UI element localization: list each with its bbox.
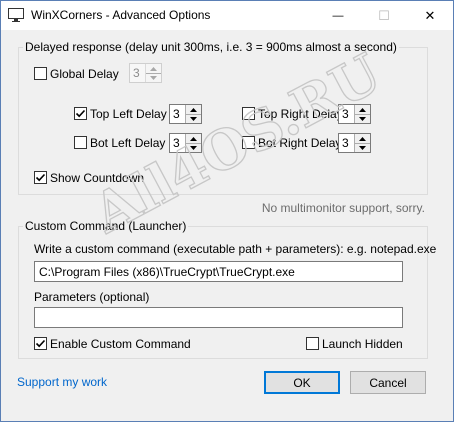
monitor-icon [8, 8, 24, 22]
spin-down-icon[interactable] [186, 114, 201, 123]
parameters-input[interactable] [34, 307, 403, 328]
maximize-button: ☐ [361, 1, 407, 30]
window-title: WinXCorners - Advanced Options [31, 8, 211, 22]
spin-down-icon [146, 73, 161, 82]
top-right-delay-label: Top Right Delay [258, 107, 343, 121]
checkmark-icon [75, 109, 86, 118]
global-delay-value: 3 [133, 66, 140, 80]
custom-command-group-label: Custom Command (Launcher) [23, 219, 189, 233]
ok-button-label: OK [293, 375, 311, 390]
top-left-delay-stepper[interactable]: 3 [169, 104, 202, 124]
multimonitor-note: No multimonitor support, sorry. [261, 201, 425, 215]
global-delay-checkbox[interactable] [34, 67, 47, 80]
enable-custom-command-label: Enable Custom Command [50, 337, 191, 351]
top-left-delay-checkbox[interactable] [74, 107, 87, 120]
maximize-icon: ☐ [378, 7, 390, 23]
spin-down-icon[interactable] [186, 143, 201, 152]
minimize-icon: — [332, 9, 344, 22]
delayed-response-group-label: Delayed response (delay unit 300ms, i.e.… [23, 40, 399, 54]
checkmark-icon [35, 339, 46, 348]
parameters-label: Parameters (optional) [34, 290, 150, 304]
custom-command-input[interactable]: C:\Program Files (x86)\TrueCrypt\TrueCry… [34, 261, 403, 282]
top-right-delay-checkbox[interactable] [242, 107, 255, 120]
cancel-button-label: Cancel [369, 375, 407, 390]
spin-down-icon[interactable] [355, 114, 370, 123]
show-countdown-label: Show Countdown [50, 171, 145, 185]
bot-right-delay-stepper[interactable]: 3 [338, 133, 371, 153]
close-icon: ✕ [424, 7, 436, 23]
advanced-options-window: WinXCorners - Advanced Options — ☐ ✕ Del… [0, 0, 454, 422]
bot-left-delay-stepper[interactable]: 3 [169, 133, 202, 153]
top-left-delay-label: Top Left Delay [90, 107, 167, 121]
bot-left-delay-checkbox[interactable] [74, 136, 87, 149]
bot-left-delay-value: 3 [173, 136, 180, 150]
ok-button[interactable]: OK [264, 371, 340, 394]
spin-down-icon[interactable] [355, 143, 370, 152]
bot-right-delay-value: 3 [342, 136, 349, 150]
show-countdown-checkbox[interactable] [34, 171, 47, 184]
launch-hidden-checkbox[interactable] [306, 337, 319, 350]
top-right-delay-value: 3 [342, 107, 349, 121]
top-right-delay-stepper[interactable]: 3 [338, 104, 371, 124]
title-bar[interactable]: WinXCorners - Advanced Options — ☐ ✕ [1, 1, 453, 30]
enable-custom-command-checkbox[interactable] [34, 337, 47, 350]
close-button[interactable]: ✕ [407, 1, 453, 30]
launch-hidden-label: Launch Hidden [322, 337, 403, 351]
custom-command-label: Write a custom command (executable path … [34, 242, 437, 256]
bot-left-delay-label: Bot Left Delay [90, 136, 166, 150]
bot-right-delay-checkbox[interactable] [242, 136, 255, 149]
minimize-button[interactable]: — [315, 1, 361, 30]
bot-right-delay-label: Bot Right Delay [258, 136, 342, 150]
checkmark-icon [35, 173, 46, 182]
support-link[interactable]: Support my work [17, 375, 107, 389]
global-delay-label: Global Delay [50, 67, 119, 81]
top-left-delay-value: 3 [173, 107, 180, 121]
cancel-button[interactable]: Cancel [350, 371, 426, 394]
global-delay-stepper: 3 [129, 63, 162, 83]
